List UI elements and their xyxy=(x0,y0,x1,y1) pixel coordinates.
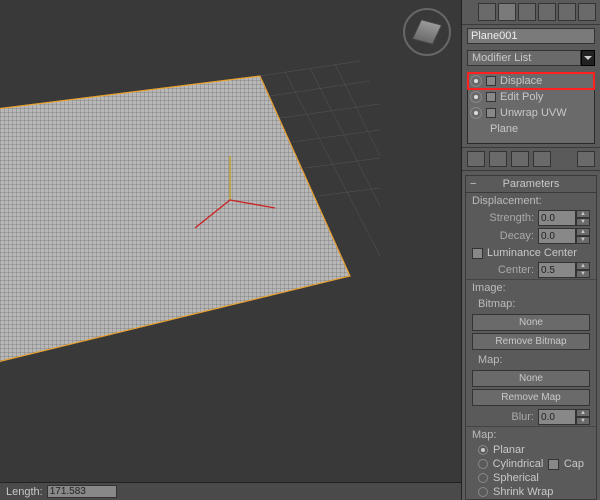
strength-label: Strength: xyxy=(472,212,534,224)
viewcube[interactable] xyxy=(403,8,451,56)
map-type-section: Map: xyxy=(466,426,596,443)
strength-input[interactable] xyxy=(538,210,576,226)
planar-label: Planar xyxy=(493,444,525,456)
utilities-tab-icon[interactable] xyxy=(578,3,596,21)
blur-input[interactable] xyxy=(538,409,576,425)
modify-tab-icon[interactable] xyxy=(498,3,516,21)
rollout-title: Parameters xyxy=(503,178,560,190)
spherical-label: Spherical xyxy=(493,472,539,484)
axis-gizmo[interactable] xyxy=(180,150,280,250)
shrinkwrap-label: Shrink Wrap xyxy=(493,486,553,498)
luminance-center-checkbox[interactable] xyxy=(472,248,483,259)
blur-spinner[interactable]: ▲▼ xyxy=(538,409,590,425)
spinner-up-icon[interactable]: ▲ xyxy=(576,262,590,270)
modifier-list-dropdown[interactable]: Modifier List xyxy=(467,50,581,66)
spinner-down-icon[interactable]: ▼ xyxy=(576,270,590,278)
chevron-down-icon[interactable] xyxy=(581,50,595,66)
map-label: Map: xyxy=(466,352,596,368)
eye-icon[interactable] xyxy=(470,75,482,87)
command-panel: Modifier List Displace Edit Poly Unwrap … xyxy=(461,0,600,500)
make-unique-icon[interactable] xyxy=(511,151,529,167)
modifier-icon xyxy=(486,108,496,118)
status-bar: Length: xyxy=(0,482,461,500)
cylindrical-radio[interactable] xyxy=(478,459,488,469)
length-field[interactable] xyxy=(47,485,117,498)
image-section: Image: xyxy=(466,279,596,296)
stack-item-editpoly[interactable]: Edit Poly xyxy=(468,89,594,105)
stack-item-plane[interactable]: Plane xyxy=(468,121,594,137)
length-label: Length: xyxy=(6,486,43,498)
bitmap-label: Bitmap: xyxy=(466,296,596,312)
stack-item-unwrap[interactable]: Unwrap UVW xyxy=(468,105,594,121)
map-none-button[interactable]: None xyxy=(472,370,590,387)
spinner-up-icon[interactable]: ▲ xyxy=(576,210,590,218)
create-tab-icon[interactable] xyxy=(478,3,496,21)
center-label: Center: xyxy=(472,264,534,276)
displacement-section: Displacement: xyxy=(466,193,596,209)
decay-label: Decay: xyxy=(472,230,534,242)
modifier-stack[interactable]: Displace Edit Poly Unwrap UVW Plane xyxy=(467,72,595,144)
hierarchy-tab-icon[interactable] xyxy=(518,3,536,21)
center-spinner[interactable]: ▲▼ xyxy=(538,262,590,278)
cap-checkbox[interactable] xyxy=(548,459,559,470)
stack-item-displace[interactable]: Displace xyxy=(468,73,594,89)
motion-tab-icon[interactable] xyxy=(538,3,556,21)
show-end-result-icon[interactable] xyxy=(489,151,507,167)
planar-radio[interactable] xyxy=(478,445,488,455)
parameters-rollout: − Parameters Displacement: Strength: ▲▼ … xyxy=(465,175,597,500)
cap-label: Cap xyxy=(564,458,584,470)
display-tab-icon[interactable] xyxy=(558,3,576,21)
decay-spinner[interactable]: ▲▼ xyxy=(538,228,590,244)
stack-label: Edit Poly xyxy=(500,91,543,103)
stack-label: Displace xyxy=(500,75,542,87)
strength-spinner[interactable]: ▲▼ xyxy=(538,210,590,226)
cylindrical-label: Cylindrical xyxy=(493,458,544,470)
eye-icon[interactable] xyxy=(470,91,482,103)
spinner-down-icon[interactable]: ▼ xyxy=(576,218,590,226)
configure-sets-icon[interactable] xyxy=(577,151,595,167)
panel-tabs xyxy=(462,0,600,25)
stack-label: Plane xyxy=(490,123,518,135)
spinner-up-icon[interactable]: ▲ xyxy=(576,409,590,417)
center-input[interactable] xyxy=(538,262,576,278)
collapse-icon: − xyxy=(470,178,476,190)
modifier-icon xyxy=(486,76,496,86)
remove-bitmap-button[interactable]: Remove Bitmap xyxy=(472,333,590,350)
stack-label: Unwrap UVW xyxy=(500,107,567,119)
remove-map-button[interactable]: Remove Map xyxy=(472,389,590,406)
viewcube-cube-icon xyxy=(412,19,443,45)
stack-toolbar xyxy=(462,147,600,171)
shrinkwrap-radio[interactable] xyxy=(478,487,488,497)
luminance-center-label: Luminance Center xyxy=(487,247,577,259)
spinner-down-icon[interactable]: ▼ xyxy=(576,417,590,425)
rollout-header[interactable]: − Parameters xyxy=(466,176,596,193)
eye-icon[interactable] xyxy=(470,107,482,119)
modifier-icon xyxy=(486,92,496,102)
bitmap-none-button[interactable]: None xyxy=(472,314,590,331)
spherical-radio[interactable] xyxy=(478,473,488,483)
object-name-field[interactable] xyxy=(467,28,595,44)
spinner-down-icon[interactable]: ▼ xyxy=(576,236,590,244)
viewport[interactable] xyxy=(0,0,461,500)
spinner-up-icon[interactable]: ▲ xyxy=(576,228,590,236)
pin-stack-icon[interactable] xyxy=(467,151,485,167)
blur-label: Blur: xyxy=(472,411,534,423)
remove-modifier-icon[interactable] xyxy=(533,151,551,167)
decay-input[interactable] xyxy=(538,228,576,244)
